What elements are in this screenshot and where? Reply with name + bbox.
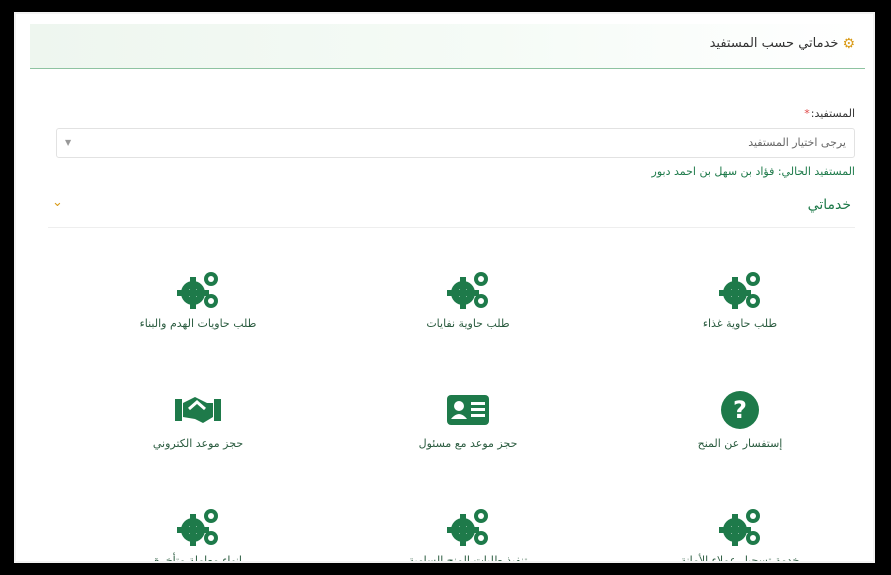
page-title-text: خدماتي حسب المستفيد bbox=[709, 36, 839, 51]
gears-icon bbox=[177, 272, 218, 309]
gears-icon bbox=[177, 509, 218, 546]
service-label: طلب حاوية غذاء bbox=[702, 317, 778, 330]
service-demolition-containers[interactable]: طلب حاويات الهدم والبناء bbox=[98, 269, 298, 330]
service-royal-grants[interactable]: تنفيذ طلبات المنح السامية bbox=[368, 506, 568, 563]
screenshot-frame: ⚙ خدماتي حسب المستفيد المستفيد:* يرجى اخ… bbox=[10, 8, 879, 567]
gears-icon: ⚙ bbox=[842, 35, 855, 52]
service-waste-container[interactable]: طلب حاوية نفايات bbox=[368, 269, 568, 330]
service-e-appointment[interactable]: حجز موعد الكتروني bbox=[98, 389, 298, 450]
service-label: إستفسار عن المنح bbox=[697, 437, 783, 450]
service-label: حجز موعد مع مسئول bbox=[418, 437, 518, 450]
page: ⚙ خدماتي حسب المستفيد المستفيد:* يرجى اخ… bbox=[30, 24, 865, 561]
service-food-container[interactable]: طلب حاوية غذاء bbox=[640, 269, 840, 330]
service-client-registration[interactable]: خدمة تسجيل عملاء الأمانة bbox=[640, 506, 840, 563]
gears-icon bbox=[719, 509, 760, 546]
current-beneficiary: المستفيد الحالي: فؤاد بن سهل بن احمد دبو… bbox=[651, 165, 855, 178]
page-title: ⚙ خدماتي حسب المستفيد bbox=[710, 36, 855, 51]
service-label: طلب حاوية نفايات bbox=[426, 317, 510, 330]
service-label: خدمة تسجيل عملاء الأمانة bbox=[680, 554, 800, 563]
gears-icon bbox=[447, 272, 488, 309]
gears-icon bbox=[447, 509, 488, 546]
header-bar: ⚙ خدماتي حسب المستفيد bbox=[30, 24, 865, 69]
beneficiary-select[interactable]: يرجى اختيار المستفيد ▼ bbox=[56, 128, 855, 158]
section-title: خدماتي bbox=[807, 197, 851, 213]
required-mark: * bbox=[804, 107, 810, 120]
svg-text:?: ? bbox=[733, 396, 747, 424]
chevron-down-icon[interactable]: ⌄ bbox=[52, 195, 63, 210]
service-label: طلب حاويات الهدم والبناء bbox=[139, 317, 257, 330]
service-label: حجز موعد الكتروني bbox=[152, 437, 244, 450]
handshake-icon bbox=[175, 397, 221, 423]
service-grants-inquiry[interactable]: ? إستفسار عن المنح bbox=[640, 389, 840, 450]
gears-icon bbox=[719, 272, 760, 309]
service-late-transaction[interactable]: إنهاء معاملة متأخرة bbox=[98, 506, 298, 563]
service-label: إنهاء معاملة متأخرة bbox=[154, 554, 242, 563]
id-card-icon bbox=[447, 395, 489, 425]
beneficiary-select-value: يرجى اختيار المستفيد bbox=[748, 136, 846, 149]
my-services-section-header[interactable]: خدماتي ⌄ bbox=[48, 191, 855, 228]
question-circle-icon: ? bbox=[721, 391, 759, 429]
service-book-official[interactable]: حجز موعد مع مسئول bbox=[368, 389, 568, 450]
caret-down-icon: ▼ bbox=[65, 138, 72, 147]
beneficiary-label-text: المستفيد: bbox=[810, 107, 855, 120]
service-label: تنفيذ طلبات المنح السامية bbox=[408, 554, 528, 563]
app-window: ⚙ خدماتي حسب المستفيد المستفيد:* يرجى اخ… bbox=[14, 12, 875, 563]
beneficiary-label: المستفيد:* bbox=[804, 107, 855, 120]
